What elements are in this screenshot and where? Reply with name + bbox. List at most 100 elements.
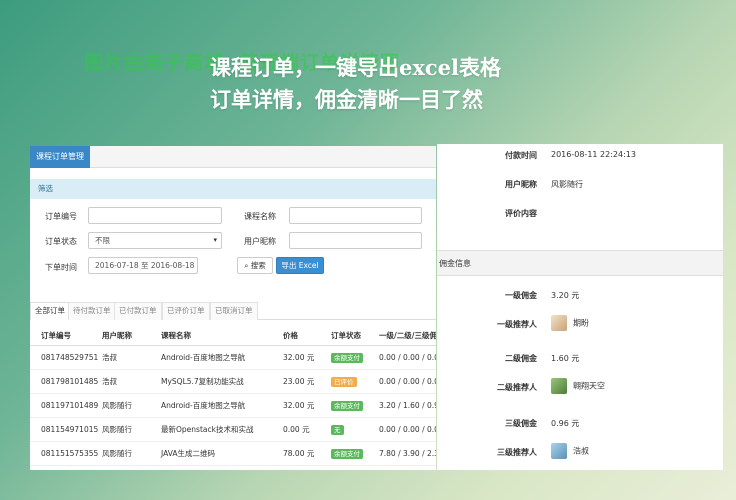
order-detail-panel: 付款时间 2016-08-11 22:24:13 用户昵称 风影随行 评价内容 … xyxy=(437,144,723,470)
course-name-input[interactable] xyxy=(289,207,422,224)
cell-nickname: 浩叔 xyxy=(102,353,117,362)
cell-order-no: 081151575355 xyxy=(41,449,99,458)
order-status-value: 不限 xyxy=(95,236,110,245)
status-badge: 无 xyxy=(331,425,344,435)
level2-referrer-name: 翱翔天空 xyxy=(573,381,605,391)
banner-headline: 课程订单，一键导出excel表格 xyxy=(210,55,502,80)
cell-status: 已评价 xyxy=(331,370,357,394)
cell-price: 23.00 元 xyxy=(283,377,315,386)
status-badge: 余额支付 xyxy=(331,449,363,459)
table-row[interactable]: 081197101489 风影随行 Android-百度地图之导航 32.00 元 余额… xyxy=(30,394,436,418)
cell-price: 78.00 元 xyxy=(283,449,315,458)
level1-referrer-label: 一级推荐人 xyxy=(497,320,537,329)
status-badge: 余额支付 xyxy=(331,353,363,363)
caret-down-icon: ▾ xyxy=(213,236,217,244)
table-row[interactable]: 081748529751 浩叔 Android-百度地图之导航 32.00 元 余额支付… xyxy=(30,346,436,370)
level3-referrer-name: 浩叔 xyxy=(573,446,589,456)
search-button[interactable]: ⌕ 搜索 xyxy=(237,257,273,274)
cell-course: 最新Openstack技术和实战 xyxy=(161,425,254,434)
orders-table: 订单编号 用户昵称 课程名称 价格 订单状态 一级/二级/三级佣 0817485… xyxy=(30,326,436,466)
tab-reviewed-orders[interactable]: 已评价订单 xyxy=(162,302,210,320)
cell-nickname: 风影随行 xyxy=(102,425,132,434)
cell-course: Android-百度地图之导航 xyxy=(161,401,246,410)
pay-time-label: 付款时间 xyxy=(505,151,537,160)
panel-tabbar: 课程订单管理 xyxy=(30,146,436,168)
cell-order-no: 081798101485 xyxy=(41,377,99,386)
col-nickname: 用户昵称 xyxy=(102,331,132,340)
nickname-label: 用户昵称 xyxy=(244,237,276,246)
export-excel-button[interactable]: 导出 Excel xyxy=(276,257,324,274)
col-status: 订单状态 xyxy=(331,331,361,340)
cell-order-no: 081748529751 xyxy=(41,353,99,362)
table-row[interactable]: 081154971015 风影随行 最新Openstack技术和实战 0.00 元 无 0… xyxy=(30,418,436,442)
table-row[interactable]: 081798101485 浩叔 MySQL5.7复制功能实战 23.00 元 已评价 0.… xyxy=(30,370,436,394)
level3-referrer-label: 三级推荐人 xyxy=(497,448,537,457)
cell-status: 余额支付 xyxy=(331,394,363,418)
cell-nickname: 浩叔 xyxy=(102,377,117,386)
level2-referrer-label: 二级推荐人 xyxy=(497,383,537,392)
order-no-input[interactable] xyxy=(88,207,222,224)
avatar xyxy=(551,378,567,394)
cell-commission: 7.80 / 3.90 / 2.34 xyxy=(379,449,436,458)
level1-referrer-name: 期盼 xyxy=(573,318,589,328)
detail-nickname-label: 用户昵称 xyxy=(505,180,537,189)
level3-referrer: 浩叔 xyxy=(551,443,589,459)
cell-course: MySQL5.7复制功能实战 xyxy=(161,377,244,386)
pay-time-value: 2016-08-11 22:24:13 xyxy=(551,150,636,159)
level3-commission-label: 三级佣金 xyxy=(505,419,537,428)
tab-all-orders[interactable]: 全部订单 xyxy=(30,302,70,320)
order-status-select[interactable]: 不限 ▾ xyxy=(88,232,222,249)
date-range-input[interactable]: 2016-07-18 至 2016-08-18▦ xyxy=(88,257,198,274)
level1-commission-label: 一级佣金 xyxy=(505,291,537,300)
avatar xyxy=(551,443,567,459)
calendar-icon: ▦ xyxy=(196,258,197,273)
nickname-input[interactable] xyxy=(289,232,422,249)
banner-subheadline: 订单详情，佣金清晰一目了然 xyxy=(210,87,483,112)
status-badge: 余额支付 xyxy=(331,401,363,411)
order-no-label: 订单编号 xyxy=(45,212,77,221)
cell-nickname: 风影随行 xyxy=(102,449,132,458)
tab-pending-orders[interactable]: 待付款订单 xyxy=(68,302,116,320)
level2-commission-value: 1.60 元 xyxy=(551,354,580,363)
cell-price: 0.00 元 xyxy=(283,425,310,434)
cell-course: JAVA生成二维码 xyxy=(161,449,216,458)
level2-commission-label: 二级佣金 xyxy=(505,354,537,363)
status-badge: 已评价 xyxy=(331,377,357,387)
avatar xyxy=(551,315,567,331)
cell-status: 余额支付 xyxy=(331,442,363,466)
level2-referrer: 翱翔天空 xyxy=(551,378,605,394)
cell-status: 余额支付 xyxy=(331,346,363,370)
level3-commission-value: 0.96 元 xyxy=(551,419,580,428)
table-row[interactable]: 081151575355 风影随行 JAVA生成二维码 78.00 元 余额支付 7.80… xyxy=(30,442,436,466)
search-icon: ⌕ xyxy=(244,261,249,270)
order-management-panel: 课程订单管理 筛选 订单编号 课程名称 订单状态 不限 ▾ 用户昵称 下单时间 … xyxy=(30,146,436,470)
cell-price: 32.00 元 xyxy=(283,353,315,362)
table-header: 订单编号 用户昵称 课程名称 价格 订单状态 一级/二级/三级佣 xyxy=(30,326,436,346)
cell-commission: 0.00 / 0.00 / 0.00 xyxy=(379,377,436,386)
promo-banner: 图片由商子商城 ·管理端订单详情图 课程订单，一键导出excel表格 订单详情，… xyxy=(0,0,736,140)
cell-commission: 0.00 / 0.00 / 0.00 xyxy=(379,425,436,434)
order-date-label: 下单时间 xyxy=(45,263,77,272)
order-status-tabs: 全部订单 待付款订单 已付款订单 已评价订单 已取消订单 xyxy=(30,302,436,320)
course-name-label: 课程名称 xyxy=(244,212,276,221)
commission-section-header: 佣金信息 xyxy=(437,250,723,276)
level1-commission-value: 3.20 元 xyxy=(551,291,580,300)
table-body: 081748529751 浩叔 Android-百度地图之导航 32.00 元余额支付… xyxy=(30,346,436,466)
cell-course: Android-百度地图之导航 xyxy=(161,353,246,362)
cell-order-no: 081154971015 xyxy=(41,425,99,434)
cell-commission: 0.00 / 0.00 / 0.00 xyxy=(379,353,436,362)
col-order-no: 订单编号 xyxy=(41,331,71,340)
col-commission: 一级/二级/三级佣 xyxy=(379,331,436,340)
cell-price: 32.00 元 xyxy=(283,401,315,410)
cell-status: 无 xyxy=(331,418,344,442)
tab-course-orders[interactable]: 课程订单管理 xyxy=(30,146,90,168)
level1-referrer: 期盼 xyxy=(551,315,589,331)
review-label: 评价内容 xyxy=(505,209,537,218)
tab-cancelled-orders[interactable]: 已取消订单 xyxy=(210,302,258,320)
filter-header: 筛选 xyxy=(30,179,436,199)
detail-nickname-value: 风影随行 xyxy=(551,180,583,189)
cell-commission: 3.20 / 1.60 / 0.96 xyxy=(379,401,436,410)
tab-paid-orders[interactable]: 已付款订单 xyxy=(114,302,162,320)
col-price: 价格 xyxy=(283,331,298,340)
cell-order-no: 081197101489 xyxy=(41,401,99,410)
